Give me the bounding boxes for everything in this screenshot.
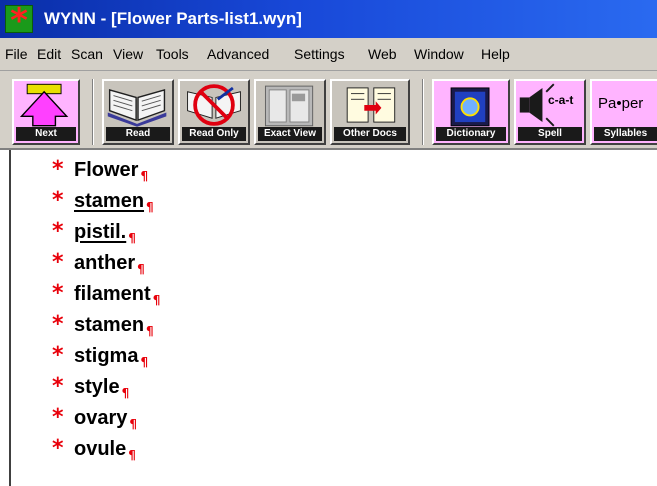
list-item[interactable]: * style ¶ bbox=[52, 372, 129, 402]
read-only-label: Read Only bbox=[182, 127, 246, 141]
exact-view-label: Exact View bbox=[258, 127, 322, 141]
other-docs-icon bbox=[346, 87, 396, 123]
red-star-icon: * bbox=[52, 374, 64, 399]
dictionary-button[interactable]: Dictionary bbox=[432, 79, 510, 145]
next-button[interactable]: Next bbox=[12, 79, 80, 145]
red-star-icon: * bbox=[52, 281, 64, 306]
exact-view-icon bbox=[264, 85, 314, 127]
syllables-label: Syllables bbox=[594, 127, 657, 141]
menu-view[interactable]: View bbox=[113, 45, 143, 63]
list-item-text: filament bbox=[74, 283, 151, 305]
list-item[interactable]: * stigma ¶ bbox=[52, 341, 148, 371]
list-item[interactable]: * Flower ¶ bbox=[52, 155, 148, 185]
read-button[interactable]: Read bbox=[102, 79, 174, 145]
paragraph-mark-icon: ¶ bbox=[152, 293, 161, 307]
menu-edit[interactable]: Edit bbox=[37, 45, 61, 63]
list-item-text: Flower bbox=[74, 159, 139, 181]
list-item[interactable]: * ovary ¶ bbox=[52, 403, 137, 433]
spell-button[interactable]: c-a-t Spell bbox=[514, 79, 586, 145]
other-docs-button[interactable]: Other Docs bbox=[330, 79, 410, 145]
list-item-text: ovary bbox=[74, 407, 128, 429]
menu-file[interactable]: File bbox=[5, 45, 28, 63]
red-star-icon: * bbox=[52, 219, 64, 244]
list-item[interactable]: * stamen ¶ bbox=[52, 186, 154, 216]
list-item-text: pistil. bbox=[74, 221, 127, 243]
menu-bar: File Edit Scan View Tools Advanced Setti… bbox=[0, 38, 657, 71]
syllables-icon: Pa•per bbox=[598, 95, 644, 112]
list-item-text: style bbox=[74, 376, 120, 398]
other-docs-label: Other Docs bbox=[334, 127, 406, 141]
list-item[interactable]: * stamen ¶ bbox=[52, 310, 154, 340]
list-item[interactable]: * pistil. ¶ bbox=[52, 217, 136, 247]
toolbar: Next Read Read Only Exact View Other Doc… bbox=[0, 71, 657, 150]
paragraph-mark-icon: ¶ bbox=[146, 200, 154, 214]
read-only-button[interactable]: Read Only bbox=[178, 79, 250, 145]
menu-web[interactable]: Web bbox=[368, 45, 397, 63]
read-label: Read bbox=[106, 127, 170, 141]
list-item[interactable]: * ovule ¶ bbox=[52, 434, 136, 464]
menu-scan[interactable]: Scan bbox=[71, 45, 103, 63]
red-star-icon: * bbox=[52, 343, 64, 368]
red-star-icon: * bbox=[52, 436, 64, 461]
paragraph-mark-icon: ¶ bbox=[140, 355, 149, 369]
document-left-border bbox=[9, 150, 11, 486]
menu-help[interactable]: Help bbox=[481, 45, 510, 63]
dictionary-icon bbox=[450, 87, 490, 127]
menu-tools[interactable]: Tools bbox=[156, 45, 189, 63]
toolbar-separator bbox=[422, 79, 424, 145]
list-item[interactable]: * filament ¶ bbox=[52, 279, 160, 309]
window-title: WYNN - [Flower Parts-list1.wyn] bbox=[44, 9, 302, 28]
menu-advanced[interactable]: Advanced bbox=[207, 45, 269, 63]
red-star-icon: * bbox=[52, 188, 64, 213]
menu-settings[interactable]: Settings bbox=[294, 45, 345, 63]
list-item-text: ovule bbox=[74, 438, 127, 460]
paragraph-mark-icon: ¶ bbox=[128, 448, 136, 462]
dictionary-label: Dictionary bbox=[436, 127, 506, 141]
spell-sample-text: c-a-t bbox=[548, 93, 574, 107]
spell-label: Spell bbox=[518, 127, 582, 141]
open-book-icon bbox=[107, 88, 167, 127]
document-area[interactable]: * Flower ¶ * stamen ¶ * pistil. ¶ * anther ¶ * fi… bbox=[0, 150, 657, 486]
list-item-text: anther bbox=[74, 252, 136, 274]
next-label: Next bbox=[16, 127, 76, 141]
red-star-icon: * bbox=[52, 405, 64, 430]
next-arrow-icon bbox=[19, 83, 69, 127]
list-item-text: stigma bbox=[74, 345, 139, 367]
exact-view-button[interactable]: Exact View bbox=[254, 79, 326, 145]
syllables-button[interactable]: Pa•per Syllables bbox=[590, 79, 657, 145]
toolbar-separator bbox=[92, 79, 94, 145]
title-bar: * WYNN - [Flower Parts-list1.wyn] bbox=[0, 0, 657, 38]
list-item[interactable]: * anther ¶ bbox=[52, 248, 145, 278]
menu-window[interactable]: Window bbox=[414, 45, 464, 63]
read-only-icon bbox=[187, 84, 241, 126]
red-star-icon: * bbox=[52, 157, 64, 182]
wynn-star-icon[interactable]: * bbox=[5, 5, 33, 33]
red-star-icon: * bbox=[52, 312, 64, 337]
list-item-text: stamen bbox=[74, 190, 145, 212]
red-star-icon: * bbox=[52, 250, 64, 275]
list-item-text: stamen bbox=[74, 314, 145, 336]
